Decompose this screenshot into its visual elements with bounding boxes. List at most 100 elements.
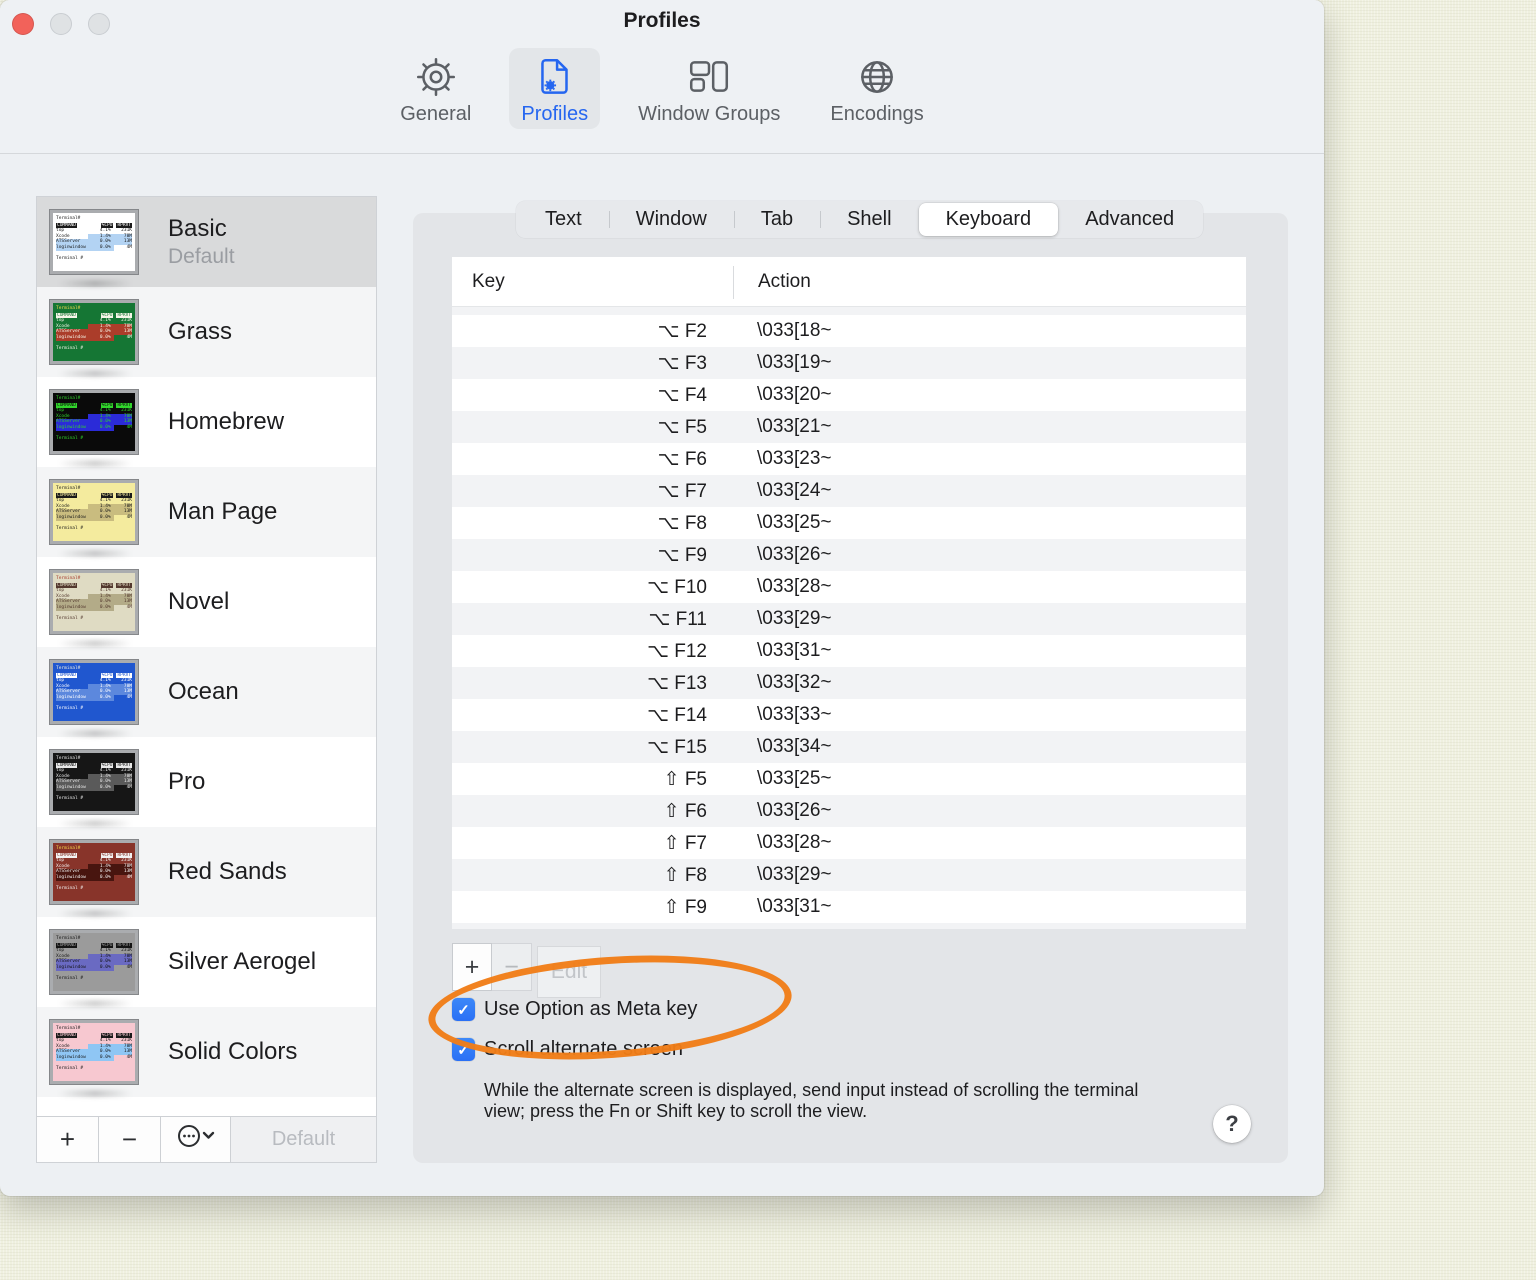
key-binding-row[interactable]: ⇧ F6 \033[26~ — [452, 795, 1246, 827]
key-cell: ⌥ F12 — [647, 640, 707, 662]
profile-list-item[interactable]: Terminal# COMMAND %CPU RPRVT top 4.1% 231K X… — [37, 1007, 376, 1097]
window-title: Profiles — [623, 9, 701, 32]
keyboard-settings-panel: Key Action ⌥ F2 \033[18~ ⌥ F3 \033[19~ ⌥… — [413, 213, 1288, 1163]
profile-thumbnail: Terminal# COMMAND %CPU RPRVT top 4.1% 231K X… — [49, 659, 140, 725]
action-cell: \033[20~ — [757, 384, 832, 405]
profile-name: Homebrew — [168, 408, 285, 435]
key-binding-row[interactable]: ⌥ F5 \033[21~ — [452, 411, 1246, 443]
tab-advanced[interactable]: Advanced — [1058, 203, 1201, 236]
key-cell: ⌥ F4 — [657, 384, 707, 406]
profile-list-item[interactable]: Terminal# COMMAND %CPU RPRVT top 4.1% 231K X… — [37, 737, 376, 827]
more-options-icon — [174, 1123, 218, 1156]
toolbar-item-window-groups[interactable]: Window Groups — [626, 48, 792, 129]
help-button[interactable]: ? — [1213, 1105, 1251, 1143]
table-header: Key Action — [452, 257, 1246, 307]
action-cell: \033[33~ — [757, 704, 832, 725]
add-profile-button[interactable]: + — [37, 1117, 99, 1162]
key-binding-row[interactable]: ⇧ F9 \033[31~ — [452, 891, 1246, 923]
toolbar-item-profiles[interactable]: Profiles — [509, 48, 601, 129]
key-binding-row[interactable]: ⌥ F4 \033[20~ — [452, 379, 1246, 411]
add-binding-button[interactable]: + — [452, 943, 492, 991]
action-cell: \033[28~ — [757, 576, 832, 597]
action-cell: \033[24~ — [757, 480, 832, 501]
key-binding-row[interactable]: ⌥ F2 \033[18~ — [452, 315, 1246, 347]
key-cell: ⇧ F8 — [663, 864, 707, 886]
key-cell: ⌥ F11 — [648, 608, 707, 630]
binding-actions: + − Edit — [452, 943, 601, 998]
key-binding-row[interactable]: ⇧ F8 \033[29~ — [452, 859, 1246, 891]
action-cell: \033[31~ — [757, 640, 832, 661]
profile-list-item[interactable]: Terminal# COMMAND %CPU RPRVT top 4.1% 231K X… — [37, 827, 376, 917]
profile-list-item[interactable]: Terminal# COMMAND %CPU RPRVT top 4.1% 231K X… — [37, 287, 376, 377]
profile-thumbnail: Terminal# COMMAND %CPU RPRVT top 4.1% 231K X… — [49, 569, 140, 635]
profile-name: Red Sands — [168, 858, 287, 885]
partial-scrolled-row — [452, 307, 1246, 315]
key-cell: ⌥ F13 — [647, 672, 707, 694]
key-cell: ⌥ F10 — [647, 576, 707, 598]
action-cell: \033[25~ — [757, 768, 832, 789]
profiles-sidebar: Terminal# COMMAND %CPU RPRVT top 4.1% 231K X… — [36, 196, 377, 1163]
checkbox-label: Scroll alternate screen — [484, 1038, 683, 1060]
edit-binding-button[interactable]: Edit — [537, 946, 601, 998]
tab-keyboard[interactable]: Keyboard — [918, 203, 1059, 236]
profile-list-item[interactable]: Terminal# COMMAND %CPU RPRVT top 4.1% 231K X… — [37, 917, 376, 1007]
column-header-action[interactable]: Action — [733, 271, 811, 293]
sidebar-action-bar: + − Default — [37, 1116, 376, 1162]
default-button[interactable]: Default — [231, 1117, 376, 1162]
column-header-key[interactable]: Key — [452, 271, 733, 293]
key-binding-row[interactable]: ⌥ F3 \033[19~ — [452, 347, 1246, 379]
key-binding-row[interactable]: ⌥ F11 \033[29~ — [452, 603, 1246, 635]
key-cell: ⌥ F8 — [657, 512, 707, 534]
tab-tab[interactable]: Tab — [734, 203, 822, 236]
key-binding-row[interactable]: ⌥ F14 \033[33~ — [452, 699, 1246, 731]
profile-list-item[interactable]: Terminal# COMMAND %CPU RPRVT top 4.1% 231K X… — [37, 467, 376, 557]
key-binding-row[interactable]: ⌥ F10 \033[28~ — [452, 571, 1246, 603]
checkbox-checked-icon[interactable]: ✓ — [452, 998, 475, 1021]
key-binding-row[interactable]: ⌥ F6 \033[23~ — [452, 443, 1246, 475]
key-binding-row[interactable]: ⌥ F8 \033[25~ — [452, 507, 1246, 539]
key-binding-row[interactable]: ⌥ F9 \033[26~ — [452, 539, 1246, 571]
profile-name: Silver Aerogel — [168, 948, 317, 975]
checkbox-checked-icon[interactable]: ✓ — [452, 1038, 475, 1061]
action-cell: \033[26~ — [757, 800, 832, 821]
remove-binding-button[interactable]: − — [492, 943, 532, 991]
action-cell: \033[32~ — [757, 672, 832, 693]
key-binding-row[interactable]: ⌥ F7 \033[24~ — [452, 475, 1246, 507]
remove-profile-button[interactable]: − — [99, 1117, 161, 1162]
profile-name: Basic — [168, 215, 227, 242]
key-binding-row[interactable]: ⌥ F12 \033[31~ — [452, 635, 1246, 667]
key-binding-row[interactable]: ⇧ F7 \033[28~ — [452, 827, 1246, 859]
key-cell: ⇧ F9 — [663, 896, 707, 918]
tab-text[interactable]: Text — [518, 203, 610, 236]
checkbox-label: Use Option as Meta key — [484, 998, 698, 1020]
action-cell: \033[28~ — [757, 832, 832, 853]
action-cell: \033[34~ — [757, 736, 832, 757]
profile-tabs: Text Window Tab Shell Keyboard Advanced — [516, 201, 1204, 238]
more-options-button[interactable] — [161, 1117, 231, 1162]
titlebar: Profiles General Profiles Window Groups … — [0, 0, 1324, 154]
key-binding-row[interactable]: ⌥ F15 \033[34~ — [452, 731, 1246, 763]
profile-thumbnail: Terminal# COMMAND %CPU RPRVT top 4.1% 231K X… — [49, 299, 140, 365]
globe-icon — [854, 53, 900, 101]
profile-name: Solid Colors — [168, 1038, 298, 1065]
tab-window[interactable]: Window — [609, 203, 735, 236]
key-binding-row[interactable]: ⇧ F5 \033[25~ — [452, 763, 1246, 795]
window-groups-icon — [686, 53, 732, 101]
profile-list: Terminal# COMMAND %CPU RPRVT top 4.1% 231K X… — [37, 197, 376, 1118]
profile-thumbnail: Terminal# COMMAND %CPU RPRVT top 4.1% 231K X… — [49, 389, 140, 455]
key-cell: ⌥ F2 — [657, 320, 707, 342]
profile-list-item[interactable]: Terminal# COMMAND %CPU RPRVT top 4.1% 231K X… — [37, 647, 376, 737]
toolbar-item-general[interactable]: General — [388, 48, 483, 129]
action-cell: \033[23~ — [757, 448, 832, 469]
profile-list-item[interactable]: Terminal# COMMAND %CPU RPRVT top 4.1% 231K X… — [37, 377, 376, 467]
profile-list-item[interactable]: Terminal# COMMAND %CPU RPRVT top 4.1% 231K X… — [37, 197, 376, 287]
profile-list-item[interactable]: Terminal# COMMAND %CPU RPRVT top 4.1% 231K X… — [37, 557, 376, 647]
partial-scrolled-row — [452, 923, 1246, 929]
tab-shell[interactable]: Shell — [820, 203, 918, 236]
key-cell: ⇧ F5 — [663, 768, 707, 790]
toolbar-item-encodings[interactable]: Encodings — [818, 48, 935, 129]
action-cell: \033[26~ — [757, 544, 832, 565]
key-binding-row[interactable]: ⌥ F13 \033[32~ — [452, 667, 1246, 699]
key-cell: ⌥ F3 — [657, 352, 707, 374]
document-gear-icon — [532, 53, 578, 101]
